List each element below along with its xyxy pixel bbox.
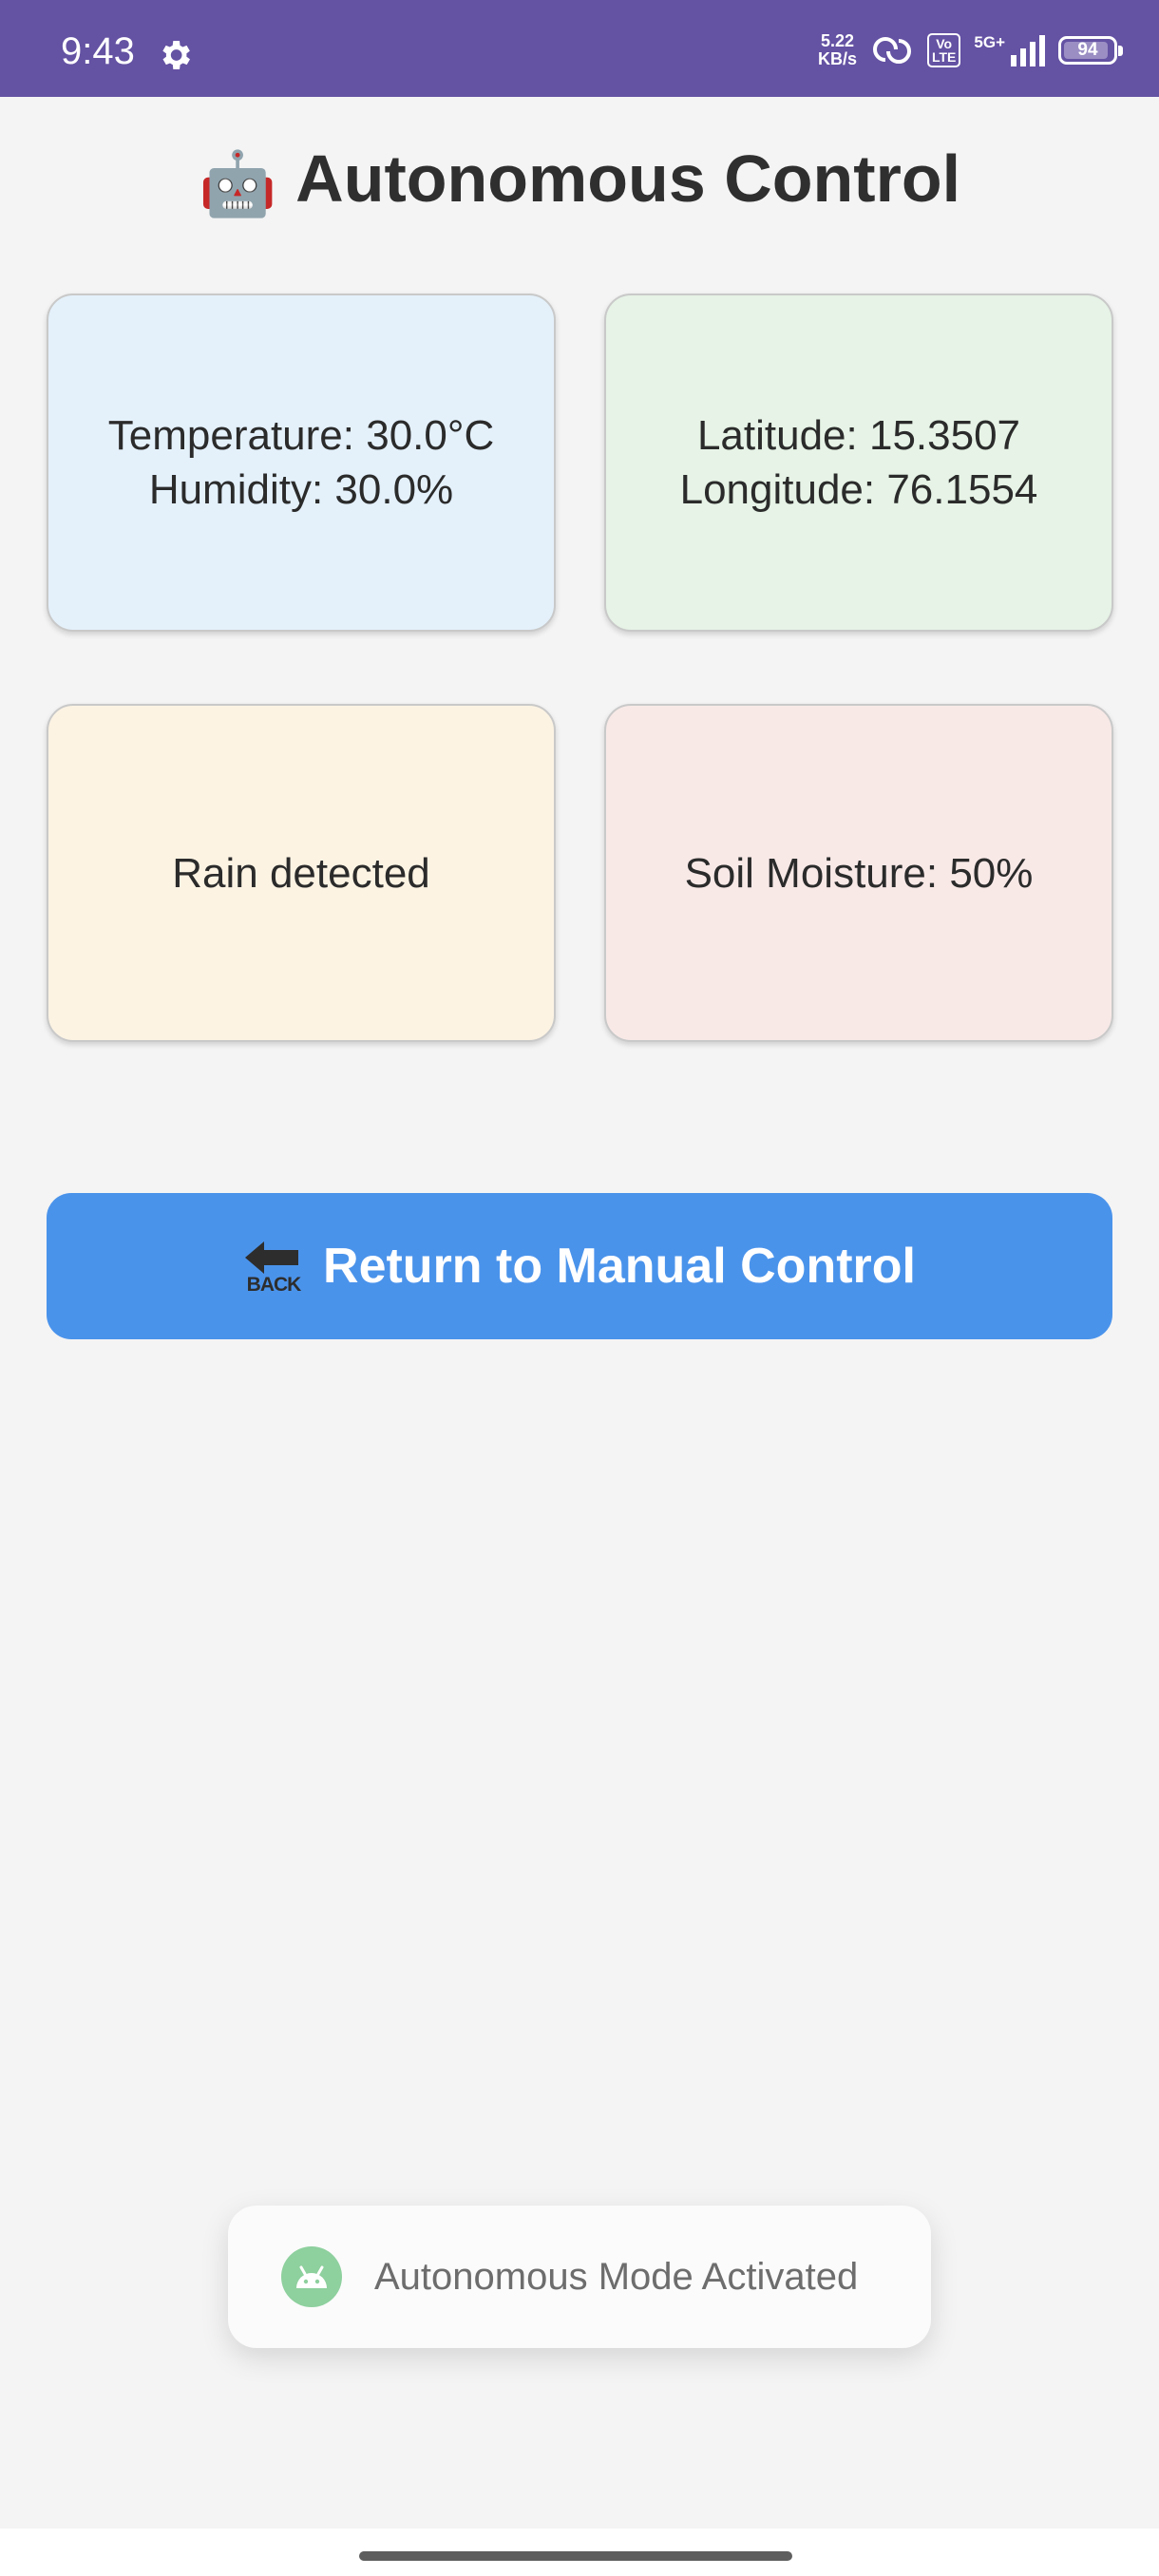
latitude-value: Latitude: 15.3507 bbox=[696, 412, 1021, 459]
return-button-label: Return to Manual Control bbox=[323, 1239, 916, 1294]
longitude-value: Longitude: 76.1554 bbox=[679, 466, 1038, 513]
battery-level: 94 bbox=[1077, 40, 1098, 60]
signal-bar bbox=[1020, 48, 1026, 66]
signal-bar bbox=[1030, 42, 1036, 66]
home-gesture-handle[interactable] bbox=[359, 2551, 792, 2561]
location-card: Latitude: 15.3507 Longitude: 76.1554 bbox=[604, 294, 1113, 632]
volte-icon: Vo LTE bbox=[926, 33, 961, 67]
toast-notification: Autonomous Mode Activated bbox=[228, 2206, 931, 2348]
humidity-value: Humidity: 30.0% bbox=[148, 466, 454, 513]
temperature-value: Temperature: 30.0°C bbox=[107, 412, 495, 459]
page-title-text: Autonomous Control bbox=[295, 142, 961, 216]
toast-message: Autonomous Mode Activated bbox=[374, 2255, 859, 2298]
hotspot-link-icon bbox=[873, 37, 911, 64]
battery-icon: 94 bbox=[1058, 36, 1123, 65]
signal-bar bbox=[1039, 35, 1045, 66]
network-speed: 5.22 KB/s bbox=[817, 31, 857, 68]
signal-bar bbox=[1011, 55, 1016, 66]
status-time: 9:43 bbox=[61, 30, 135, 72]
robot-emoji-icon: 🤖 bbox=[198, 148, 277, 218]
soil-moisture-card: Soil Moisture: 50% bbox=[604, 704, 1113, 1042]
return-to-manual-button[interactable]: BACK Return to Manual Control bbox=[47, 1193, 1112, 1339]
weather-card: Temperature: 30.0°C Humidity: 30.0% bbox=[47, 294, 556, 632]
network-type: 5G+ bbox=[974, 33, 1005, 51]
back-arrow-icon: BACK bbox=[243, 1241, 304, 1300]
signal-icon: 5G+ bbox=[974, 34, 1045, 66]
soil-moisture-value: Soil Moisture: 50% bbox=[684, 849, 1034, 897]
rain-card: Rain detected bbox=[47, 704, 556, 1042]
back-icon-label: BACK bbox=[246, 1274, 302, 1296]
rain-status: Rain detected bbox=[172, 849, 430, 897]
gear-icon bbox=[162, 41, 190, 69]
status-bar: 9:43 5.22 KB/s Vo LTE 5G+ 94 bbox=[0, 0, 1159, 97]
page-title: 🤖 Autonomous Control bbox=[0, 141, 1159, 221]
android-icon bbox=[281, 2246, 342, 2307]
